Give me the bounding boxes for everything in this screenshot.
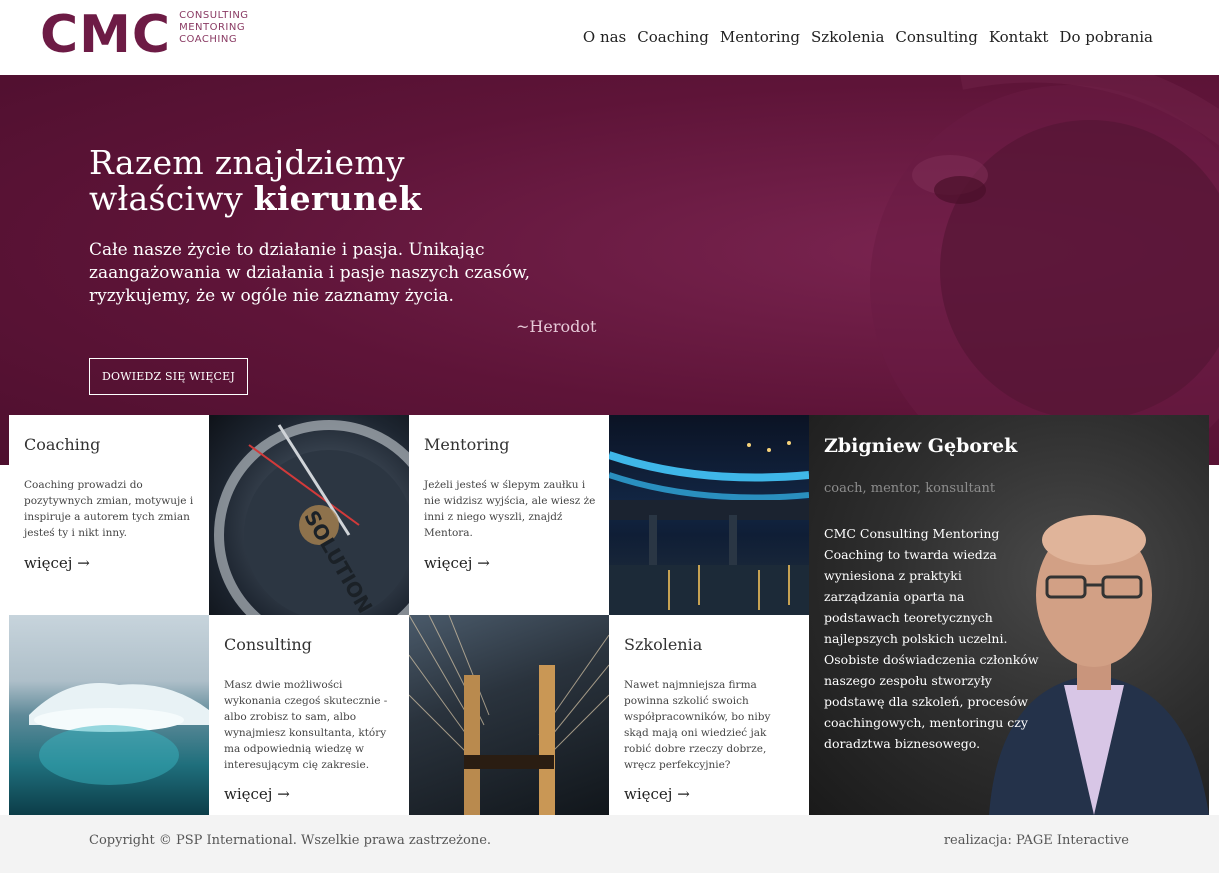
hero-title-line1: Razem znajdziemy [89, 143, 405, 182]
watch-photo: SOLUTION [209, 415, 409, 615]
logo-tagline-line: COACHING [179, 34, 238, 45]
profile-role: coach, mentor, konsultant [824, 481, 996, 496]
main-nav: O nas Coaching Mentoring Szkolenia Consu… [583, 28, 1153, 46]
hero-quote: Całe nasze życie to działanie i pasja. U… [89, 240, 531, 306]
stopwatch-image: STAC [848, 75, 1219, 465]
watch-illustration: SOLUTION [214, 420, 409, 615]
card-text: Coaching prowadzi do pozytywnych zmian, … [24, 479, 194, 539]
learn-more-button[interactable]: DOWIEDZ SIĘ WIĘCEJ [89, 358, 248, 395]
footer-credit-link[interactable]: realizacja: PAGE Interactive [944, 833, 1129, 848]
bridge-photo [609, 415, 809, 615]
card-title: Mentoring [424, 435, 510, 454]
nav-item-consulting[interactable]: Consulting [895, 28, 977, 46]
nav-item-mentoring[interactable]: Mentoring [720, 28, 800, 46]
nav-item-do-pobrania[interactable]: Do pobrania [1059, 28, 1153, 46]
card-text: Masz dwie możliwości wykonania czegoś sk… [224, 679, 388, 771]
iceberg-illustration [29, 683, 209, 785]
logo-tagline: CONSULTING MENTORING COACHING [179, 10, 248, 46]
site-footer: Copyright © PSP International. Wszelkie … [0, 815, 1219, 873]
card-title: Coaching [24, 435, 101, 454]
cable-bridge-illustration [409, 615, 609, 815]
footer-copyright: Copyright © PSP International. Wszelkie … [89, 833, 492, 848]
card-coaching: Coaching Coaching prowadzi do pozytywnyc… [9, 415, 209, 615]
card-text: Jeżeli jesteś w ślepym zaułku i nie widz… [424, 479, 596, 539]
more-link-coaching[interactable]: więcej → [24, 554, 90, 572]
nav-item-o-nas[interactable]: O nas [583, 28, 626, 46]
card-mentoring: Mentoring Jeżeli jesteś w ślepym zaułku … [409, 415, 609, 615]
more-link-mentoring[interactable]: więcej → [424, 554, 490, 572]
nav-item-szkolenia[interactable]: Szkolenia [811, 28, 884, 46]
profile-name: Zbigniew Gęborek [824, 435, 1018, 457]
hero-title-emphasis: kierunek [253, 179, 422, 218]
card-title: Consulting [224, 635, 312, 654]
iceberg-photo [9, 615, 209, 815]
bridge-illustration [609, 441, 809, 615]
profile-panel: Zbigniew Gęborek coach, mentor, konsulta… [809, 415, 1209, 815]
cable-bridge-photo [409, 615, 609, 815]
site-header: CMC CONSULTING MENTORING COACHING O nas … [0, 0, 1219, 75]
card-text: Nawet najmniejsza firma powinna szkolić … [624, 679, 771, 771]
hero-title: Razem znajdziemy właściwy kierunek [89, 145, 422, 217]
logo-tagline-line: CONSULTING [179, 10, 249, 21]
more-link-consulting[interactable]: więcej → [224, 785, 290, 803]
card-szkolenia: Szkolenia Nawet najmniejsza firma powinn… [609, 615, 809, 815]
card-consulting: Consulting Masz dwie możliwości wykonani… [209, 615, 409, 815]
hero-title-line2: właściwy [89, 179, 254, 218]
nav-item-kontakt[interactable]: Kontakt [989, 28, 1049, 46]
hero-banner: STAC Razem znajdziemy właściwy kierunek … [0, 75, 1219, 465]
more-link-szkolenia[interactable]: więcej → [624, 785, 690, 803]
logo[interactable]: CMC CONSULTING MENTORING COACHING [40, 6, 249, 64]
hero-quote-author: ~Herodot [516, 317, 597, 336]
logo-tagline-line: MENTORING [179, 22, 246, 33]
logo-mark: CMC [40, 5, 172, 65]
profile-bio: CMC Consulting Mentoring Coaching to twa… [824, 526, 1039, 751]
nav-item-coaching[interactable]: Coaching [637, 28, 709, 46]
card-title: Szkolenia [624, 635, 703, 654]
